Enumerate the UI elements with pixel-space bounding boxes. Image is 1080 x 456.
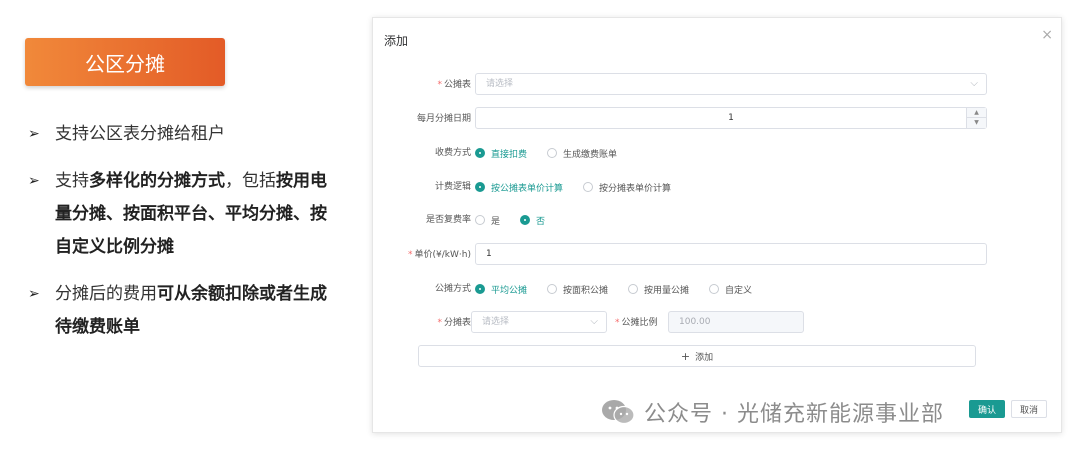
rate-option-no[interactable]: 否 <box>520 214 545 227</box>
sub-meter-row: * 分摊表 请选择 ⌵ * 公摊比例 100.00 <box>373 311 1063 335</box>
feature-bullet: ➢ 分摊后的费用可从余额扣除或者生成待缴费账单 <box>28 278 338 344</box>
charge-option-bill[interactable]: 生成缴费账单 <box>547 147 617 160</box>
logic-label: 计费逻辑 <box>434 182 471 192</box>
date-label: 每月分摊日期 <box>416 114 471 124</box>
increment-icon[interactable]: ▲ <box>967 108 986 118</box>
price-row: * 单价(¥/kW·h) 1 <box>373 243 1063 267</box>
feature-bullet: ➢ 支持公区表分摊给租户 <box>28 118 338 151</box>
date-stepper[interactable]: 1 ▲ ▼ <box>475 107 987 129</box>
charge-label: 收费方式 <box>434 148 471 158</box>
meter-select[interactable]: 请选择 ⌵ <box>475 73 987 95</box>
charge-radio-group: 直接扣费 生成缴费账单 <box>475 141 637 165</box>
method-row: 公摊方式 平均公摊 按面积公摊 按用量公摊 自定义 <box>373 277 1063 301</box>
rate-row: 是否复费率 是 否 <box>373 208 1063 232</box>
confirm-button[interactable]: 确认 <box>969 400 1005 418</box>
date-row: 每月分摊日期 1 ▲ ▼ <box>373 107 1063 131</box>
bullet-text: 分摊后的费用 <box>55 284 157 304</box>
wechat-icon <box>602 400 635 425</box>
method-label: 公摊方式 <box>434 284 471 294</box>
close-icon[interactable]: × <box>1041 27 1053 43</box>
price-label: * 单价(¥/kW·h) <box>408 250 471 260</box>
logic-row: 计费逻辑 按公摊表单价计算 按分摊表单价计算 <box>373 175 1063 199</box>
arrow-bullet-icon: ➢ <box>28 286 40 302</box>
bullet-highlight: 多样化的分摊方式 <box>89 171 225 191</box>
chevron-down-icon: ⌵ <box>590 316 598 327</box>
ratio-label: * 公摊比例 <box>615 318 658 328</box>
method-option-area[interactable]: 按面积公摊 <box>547 283 608 296</box>
rate-option-yes[interactable]: 是 <box>475 214 500 227</box>
add-row-button[interactable]: + 添加 <box>418 345 976 367</box>
price-input[interactable]: 1 <box>475 243 987 265</box>
cancel-button[interactable]: 取消 <box>1011 400 1047 418</box>
slide-title: 公区分摊 <box>25 38 225 86</box>
meter-label: * 公摊表 <box>437 80 471 90</box>
bullet-text: ，包括 <box>225 171 276 191</box>
rate-label: 是否复费率 <box>425 215 471 225</box>
method-option-custom[interactable]: 自定义 <box>709 283 752 296</box>
feature-bullet: ➢ 支持多样化的分摊方式，包括按用电量分摊、按面积平台、平均分摊、按自定义比例分摊 <box>28 165 338 264</box>
sub-meter-select[interactable]: 请选择 ⌵ <box>471 311 607 333</box>
charge-option-direct[interactable]: 直接扣费 <box>475 147 527 160</box>
sub-meter-label: * 分摊表 <box>437 318 471 328</box>
charge-row: 收费方式 直接扣费 生成缴费账单 <box>373 141 1063 165</box>
chevron-down-icon: ⌵ <box>970 78 978 89</box>
bullet-text: 支持公区表分摊给租户 <box>55 124 225 144</box>
method-option-average[interactable]: 平均公摊 <box>475 283 527 296</box>
meter-row: * 公摊表 请选择 ⌵ <box>373 73 1063 97</box>
ratio-input[interactable]: 100.00 <box>668 311 804 333</box>
decrement-icon[interactable]: ▼ <box>967 118 986 128</box>
logic-option-public[interactable]: 按公摊表单价计算 <box>475 181 563 194</box>
dialog-title: 添加 <box>384 34 409 48</box>
arrow-bullet-icon: ➢ <box>28 173 40 189</box>
add-dialog: 添加 × * 公摊表 请选择 ⌵ 每月分摊日期 1 ▲ ▼ 收费方式 直接扣费 生… <box>372 17 1062 433</box>
feature-list: ➢ 支持公区表分摊给租户 ➢ 支持多样化的分摊方式，包括按用电量分摊、按面积平台、平均… <box>28 118 338 358</box>
arrow-bullet-icon: ➢ <box>28 126 40 142</box>
watermark: 公众号 · 光储充新能源事业部 <box>600 396 944 428</box>
rate-radio-group: 是 否 <box>475 208 565 232</box>
stepper-controls[interactable]: ▲ ▼ <box>966 108 986 128</box>
plus-icon: + <box>680 349 691 363</box>
logic-radio-group: 按公摊表单价计算 按分摊表单价计算 <box>475 175 691 199</box>
bullet-text: 支持 <box>55 171 89 191</box>
logic-option-sub[interactable]: 按分摊表单价计算 <box>583 181 671 194</box>
method-radio-group: 平均公摊 按面积公摊 按用量公摊 自定义 <box>475 277 772 301</box>
method-option-usage[interactable]: 按用量公摊 <box>628 283 689 296</box>
